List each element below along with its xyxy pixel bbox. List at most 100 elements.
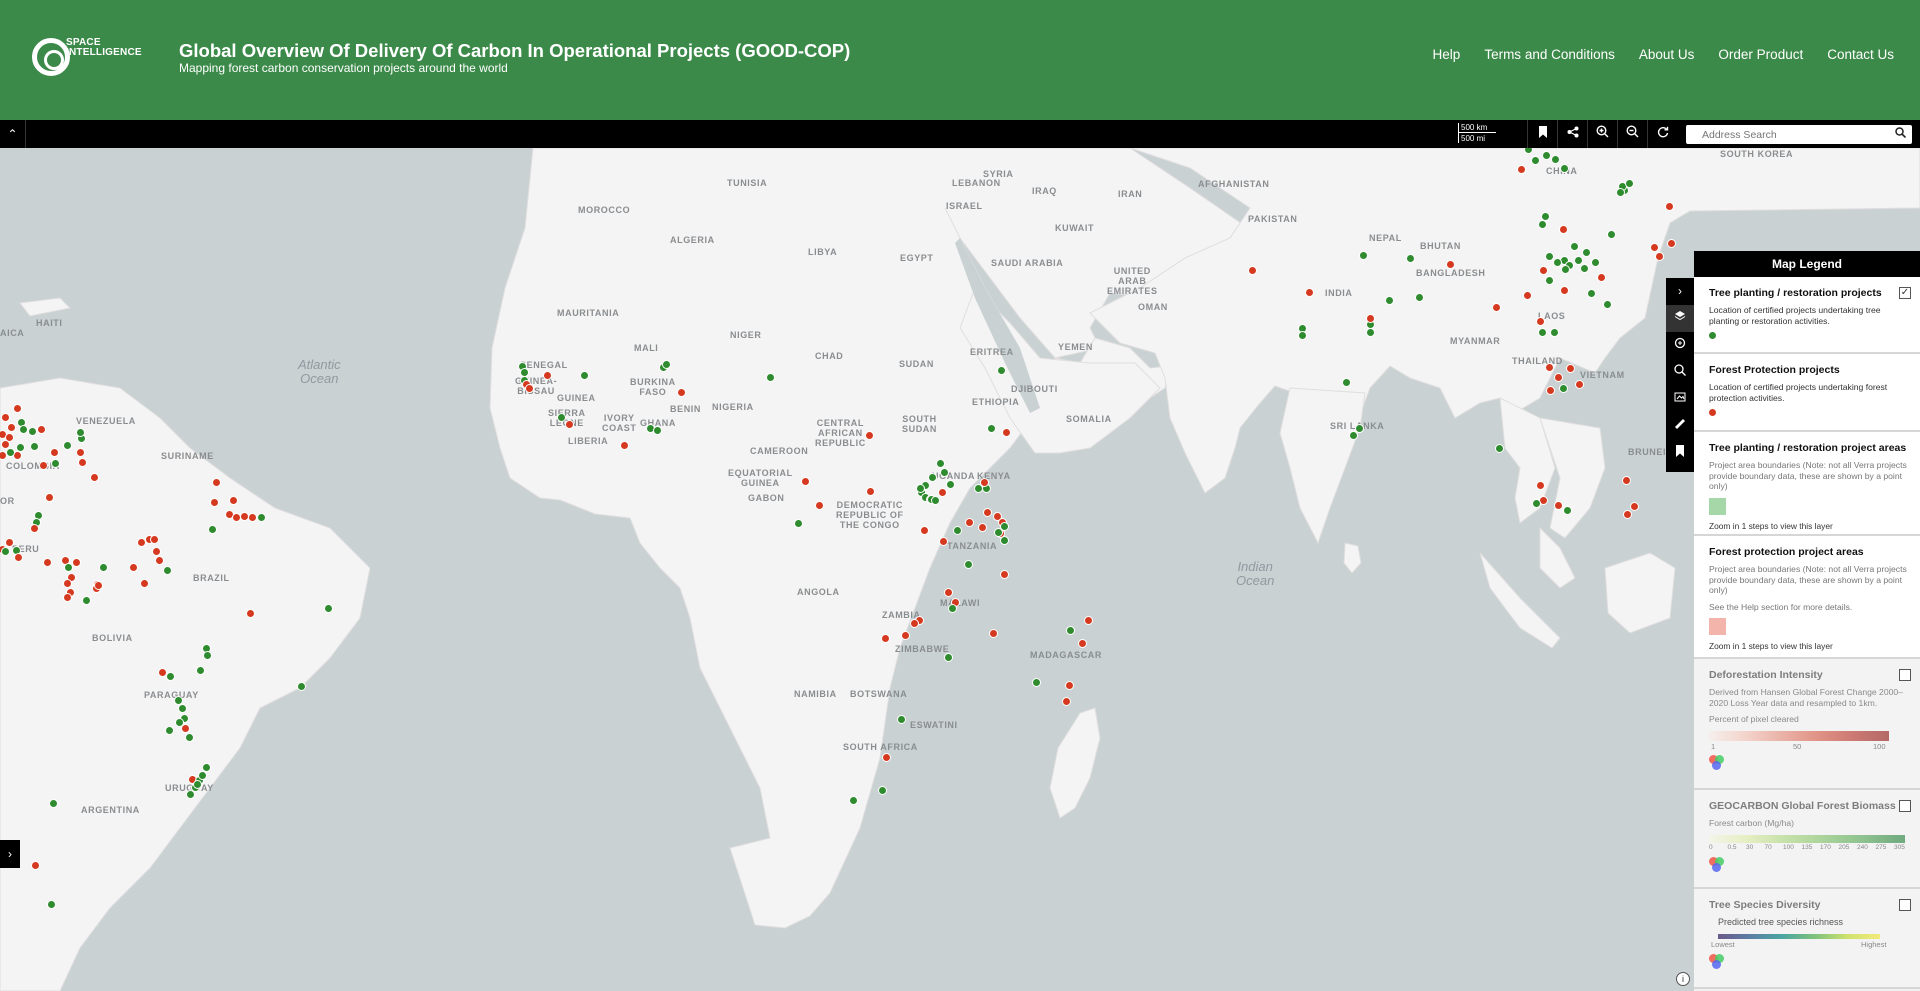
tree-planting-point[interactable] [1625, 179, 1634, 188]
forest-protection-point[interactable] [1084, 616, 1093, 625]
tree-planting-point[interactable] [49, 799, 58, 808]
forest-protection-point[interactable] [155, 556, 164, 565]
forest-protection-point[interactable] [801, 477, 810, 486]
tree-planting-point[interactable] [953, 526, 962, 535]
tree-planting-point[interactable] [1563, 506, 1572, 515]
tree-planting-point[interactable] [916, 484, 925, 493]
forest-protection-point[interactable] [1536, 317, 1545, 326]
forest-protection-point[interactable] [565, 420, 574, 429]
forest-protection-point[interactable] [1560, 286, 1569, 295]
map-canvas[interactable]: Atlantic Ocean Indian Ocean TUNISIA MOROCC… [0, 148, 1920, 991]
forest-protection-point[interactable] [39, 461, 48, 470]
forest-protection-point[interactable] [983, 508, 992, 517]
chevron-right-icon[interactable]: › [0, 840, 20, 868]
search-icon[interactable] [1895, 127, 1907, 141]
layers-icon[interactable] [1666, 305, 1694, 332]
nav-terms[interactable]: Terms and Conditions [1484, 47, 1615, 62]
forest-protection-point[interactable] [543, 371, 552, 380]
forest-protection-point[interactable] [90, 473, 99, 482]
forest-protection-point[interactable] [5, 538, 14, 547]
layer-style-icon[interactable] [1709, 754, 1725, 771]
share-icon[interactable] [1557, 120, 1587, 148]
tree-planting-point[interactable] [297, 682, 306, 691]
tree-planting-point[interactable] [944, 653, 953, 662]
nav-order-product[interactable]: Order Product [1718, 47, 1803, 62]
forest-protection-point[interactable] [63, 579, 72, 588]
tree-planting-point[interactable] [987, 424, 996, 433]
tree-planting-point[interactable] [1591, 258, 1600, 267]
layer-checkbox[interactable] [1899, 800, 1911, 812]
tree-planting-point[interactable] [794, 519, 803, 528]
tree-planting-point[interactable] [257, 513, 266, 522]
layer-checkbox[interactable] [1899, 899, 1911, 911]
forest-protection-point[interactable] [1, 413, 10, 422]
tree-planting-point[interactable] [1538, 328, 1547, 337]
tree-planting-point[interactable] [1538, 220, 1547, 229]
forest-protection-point[interactable] [938, 488, 947, 497]
layer-style-icon[interactable] [1709, 856, 1725, 873]
nav-contact[interactable]: Contact Us [1827, 47, 1894, 62]
forest-protection-point[interactable] [129, 563, 138, 572]
forest-protection-point[interactable] [31, 861, 40, 870]
tree-planting-point[interactable] [1415, 293, 1424, 302]
tree-planting-point[interactable] [6, 448, 15, 457]
tree-planting-point[interactable] [1359, 251, 1368, 260]
tree-planting-point[interactable] [1, 547, 10, 556]
layer-style-icon[interactable] [1709, 953, 1725, 970]
forest-protection-point[interactable] [246, 609, 255, 618]
forest-protection-point[interactable] [1065, 681, 1074, 690]
tree-planting-point[interactable] [19, 425, 28, 434]
forest-protection-point[interactable] [14, 553, 23, 562]
tree-planting-point[interactable] [948, 604, 957, 613]
forest-protection-point[interactable] [1536, 481, 1545, 490]
tree-planting-point[interactable] [1545, 276, 1554, 285]
tree-planting-point[interactable] [1298, 331, 1307, 340]
layer-checkbox[interactable]: ✓ [1899, 287, 1911, 299]
tree-planting-point[interactable] [208, 525, 217, 534]
forest-protection-point[interactable] [901, 631, 910, 640]
tree-planting-point[interactable] [1406, 254, 1415, 263]
chevron-up-icon[interactable]: ⌃ [0, 120, 26, 148]
forest-protection-point[interactable] [1305, 288, 1314, 297]
nav-about[interactable]: About Us [1639, 47, 1695, 62]
forest-protection-point[interactable] [965, 518, 974, 527]
forest-protection-point[interactable] [78, 458, 87, 467]
bookmark-icon[interactable] [1527, 120, 1557, 148]
forest-protection-point[interactable] [248, 513, 257, 522]
tree-planting-point[interactable] [203, 651, 212, 660]
forest-protection-point[interactable] [1655, 252, 1664, 261]
forest-protection-point[interactable] [76, 448, 85, 457]
forest-protection-point[interactable] [1554, 373, 1563, 382]
tree-planting-point[interactable] [28, 427, 37, 436]
forest-protection-point[interactable] [980, 478, 989, 487]
forest-protection-point[interactable] [45, 493, 54, 502]
forest-protection-point[interactable] [939, 537, 948, 546]
refresh-icon[interactable] [1647, 120, 1677, 148]
tree-planting-point[interactable] [1000, 536, 1009, 545]
forest-protection-point[interactable] [1623, 510, 1632, 519]
forest-protection-point[interactable] [140, 579, 149, 588]
tree-planting-point[interactable] [557, 413, 566, 422]
forest-protection-point[interactable] [910, 619, 919, 628]
forest-protection-point[interactable] [72, 558, 81, 567]
tree-planting-point[interactable] [1532, 499, 1541, 508]
tree-planting-point[interactable] [82, 596, 91, 605]
tree-planting-point[interactable] [186, 790, 195, 799]
tree-planting-point[interactable] [165, 726, 174, 735]
tree-planting-point[interactable] [1066, 626, 1075, 635]
tree-planting-point[interactable] [1366, 328, 1375, 337]
forest-protection-point[interactable] [150, 535, 159, 544]
forest-protection-point[interactable] [1517, 165, 1526, 174]
search-input[interactable] [1686, 125, 1876, 145]
forest-protection-point[interactable] [1446, 260, 1455, 269]
tree-planting-point[interactable] [928, 473, 937, 482]
forest-protection-point[interactable] [1078, 639, 1087, 648]
zoom-to-icon[interactable] [1666, 359, 1694, 386]
forest-protection-point[interactable] [1492, 303, 1501, 312]
layer-checkbox[interactable] [1899, 669, 1911, 681]
zoom-out-icon[interactable] [1617, 120, 1647, 148]
tree-planting-point[interactable] [63, 441, 72, 450]
tree-planting-point[interactable] [30, 442, 39, 451]
tree-planting-point[interactable] [198, 771, 207, 780]
chevron-right-icon[interactable]: › [1666, 278, 1694, 305]
